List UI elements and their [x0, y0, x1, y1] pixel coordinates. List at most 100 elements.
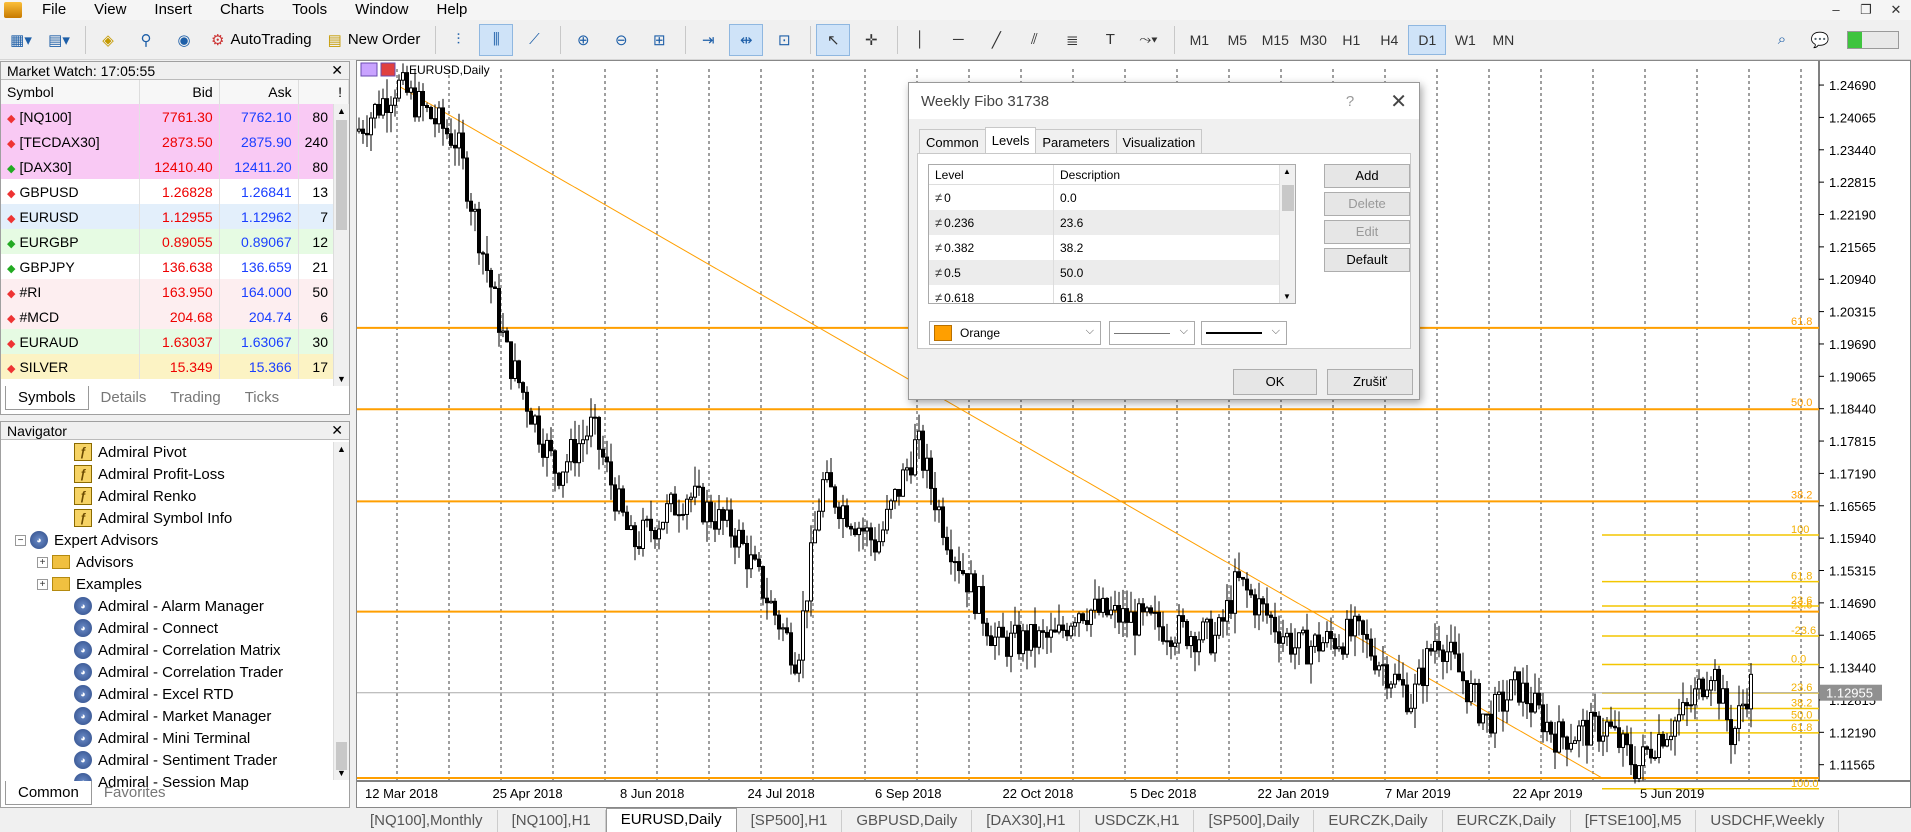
timeframe-m1[interactable]: M1 [1180, 25, 1218, 55]
timeframe-h4[interactable]: H4 [1370, 25, 1408, 55]
chart-tab[interactable]: [SP500],Daily [1194, 810, 1315, 832]
navigator-item[interactable]: ◕ Admiral - Correlation Trader [1, 661, 349, 683]
navigator-item[interactable]: ◕ Admiral - Sentiment Trader [1, 749, 349, 771]
chart-tab[interactable]: [DAX30],H1 [972, 810, 1081, 832]
timeframe-h1[interactable]: H1 [1332, 25, 1370, 55]
table-row[interactable]: ◆ EURGBP 0.89055 0.89067 12 [1, 229, 350, 254]
tile-windows-icon[interactable]: ⊞ [642, 24, 676, 56]
menu-charts[interactable]: Charts [206, 0, 278, 20]
level-row[interactable]: ≠ 0.5 50.0 [929, 260, 1295, 285]
bar-chart-icon[interactable]: ⫶ [441, 24, 475, 56]
restore-icon[interactable]: ❐ [1851, 0, 1881, 20]
text-icon[interactable]: T [1093, 24, 1127, 56]
navigator-item[interactable]: ◕ Admiral - Market Manager [1, 705, 349, 727]
new-order-button[interactable]: ▤ New Order [322, 24, 427, 56]
column-header[interactable]: Bid [139, 80, 220, 104]
arrows-icon[interactable]: ⤳▾ [1131, 24, 1165, 56]
level-row[interactable]: ≠ 0.382 38.2 [929, 235, 1295, 260]
menu-window[interactable]: Window [341, 0, 422, 20]
table-row[interactable]: ◆ [DAX30] 12410.40 12411.20 80 [1, 154, 350, 179]
autoscroll-icon[interactable]: ⇥ [691, 24, 725, 56]
line-chart-icon[interactable]: ⟋ [517, 24, 551, 56]
navigator-item[interactable]: ƒ Admiral Symbol Info [1, 507, 349, 529]
chart-tab[interactable]: EURUSD,Daily [605, 808, 737, 832]
table-row[interactable]: ◆ #RI 163.950 164.000 50 [1, 279, 350, 304]
menu-tools[interactable]: Tools [278, 0, 341, 20]
add-level-button[interactable]: Add [1324, 164, 1410, 188]
trendline-icon[interactable]: ╱ [979, 24, 1013, 56]
zoom-out-icon[interactable]: ⊖ [604, 24, 638, 56]
tab-common[interactable]: Common [5, 781, 92, 805]
levels-grid[interactable]: Level Description ≠ 0 0.0 ≠ 0.236 23.6 ≠ 0.382 3… [928, 164, 1296, 304]
dialog-tab-levels[interactable]: Levels [984, 127, 1037, 155]
timeframe-w1[interactable]: W1 [1446, 25, 1484, 55]
ok-button[interactable]: OK [1233, 369, 1317, 395]
navigator-item[interactable]: ƒ Admiral Renko [1, 485, 349, 507]
levels-scrollbar[interactable]: ▲ ▼ [1279, 165, 1295, 303]
column-header[interactable]: Symbol [1, 80, 140, 104]
vertical-line-icon[interactable]: │ [903, 24, 937, 56]
dialog-close-icon[interactable]: ✕ [1390, 89, 1407, 114]
autotrading-button[interactable]: ⚙ AutoTrading [205, 24, 318, 56]
tab-symbols[interactable]: Symbols [5, 386, 89, 410]
line-width-select[interactable]: ⌵ [1201, 321, 1287, 345]
tab-trading[interactable]: Trading [158, 386, 232, 410]
table-row[interactable]: ◆ GBPUSD 1.26828 1.26841 13 [1, 179, 350, 204]
close-panel-icon[interactable]: ✕ [331, 422, 343, 439]
navigator-icon[interactable]: ⚲ [129, 24, 163, 56]
chart-tab[interactable]: USDCHF,Weekly [1696, 810, 1840, 832]
chart-tab[interactable]: [NQ100],Monthly [356, 810, 498, 832]
tab-details[interactable]: Details [89, 386, 159, 410]
help-icon[interactable]: ? [1346, 93, 1354, 110]
chart-tab[interactable]: USDCZK,H1 [1080, 810, 1195, 832]
navigator-item[interactable]: ◕ Admiral - Excel RTD [1, 683, 349, 705]
line-style-select[interactable]: ⌵ [1109, 321, 1195, 345]
profiles-icon[interactable]: ▤▾ [42, 24, 76, 56]
chart-tab[interactable]: GBPUSD,Daily [842, 810, 973, 832]
table-row[interactable]: ◆ EURUSD 1.12955 1.12962 7 [1, 204, 350, 229]
chart-tab[interactable]: [FTSE100],M5 [1571, 810, 1697, 832]
tab-favorites[interactable]: Favorites [92, 781, 178, 805]
horizontal-line-icon[interactable]: ─ [941, 24, 975, 56]
signals-icon[interactable]: ◉ [167, 24, 201, 56]
timeframe-m30[interactable]: M30 [1294, 25, 1332, 55]
table-row[interactable]: ◆ [NQ100] 7761.30 7762.10 80 [1, 104, 350, 129]
chart-tab[interactable]: [NQ100],H1 [498, 810, 606, 832]
table-row[interactable]: ◆ [TECDAX30] 2873.50 2875.90 240 [1, 129, 350, 154]
table-row[interactable]: ◆ EURAUD 1.63037 1.63067 30 [1, 329, 350, 354]
menu-file[interactable]: File [28, 0, 80, 20]
equidistant-channel-icon[interactable]: ⫽ [1017, 24, 1051, 56]
column-header[interactable]: ! [298, 80, 350, 104]
zoom-in-icon[interactable]: ⊕ [566, 24, 600, 56]
expand-icon[interactable]: + [37, 578, 48, 590]
chat-icon[interactable]: 💬 [1803, 24, 1837, 56]
menu-view[interactable]: View [80, 0, 140, 20]
search-icon[interactable]: ⌕ [1765, 24, 1799, 56]
timeframe-mn[interactable]: MN [1484, 25, 1522, 55]
menu-help[interactable]: Help [423, 0, 482, 20]
navigator-item[interactable]: ◕ Admiral - Mini Terminal [1, 727, 349, 749]
level-row[interactable]: ≠ 0 0.0 [929, 185, 1295, 210]
level-row[interactable]: ≠ 0.236 23.6 [929, 210, 1295, 235]
cancel-button[interactable]: Zrušiť [1327, 369, 1413, 395]
navigator-item[interactable]: ◕ Admiral - Connect [1, 617, 349, 639]
navigator-item[interactable]: ◕ Admiral - Correlation Matrix [1, 639, 349, 661]
navigator-item[interactable]: ƒ Admiral Profit-Loss [1, 463, 349, 485]
delete-level-button[interactable]: Delete [1324, 192, 1410, 216]
navigator-scrollbar[interactable]: ▲ ▼ [333, 442, 349, 780]
new-chart-icon[interactable]: ▦▾ [4, 24, 38, 56]
edit-level-button[interactable]: Edit [1324, 220, 1410, 244]
chart-tab[interactable]: [SP500],H1 [737, 810, 843, 832]
navigator-item[interactable]: + Examples [1, 573, 349, 595]
tab-ticks[interactable]: Ticks [233, 386, 291, 410]
fibonacci-icon[interactable]: ≣ [1055, 24, 1089, 56]
chart-tab[interactable]: EURCZK,Daily [1314, 810, 1443, 832]
timeframe-m5[interactable]: M5 [1218, 25, 1256, 55]
table-row[interactable]: ◆ SILVER 15.349 15.366 17 [1, 354, 350, 379]
market-watch-icon[interactable]: ◈ [91, 24, 125, 56]
column-header[interactable]: Ask [219, 80, 299, 104]
chart-tab[interactable]: EURCZK,Daily [1443, 810, 1571, 832]
table-row[interactable]: ◆ GBPJPY 136.638 136.659 21 [1, 254, 350, 279]
close-icon[interactable]: ✕ [1881, 0, 1911, 20]
timeframe-d1[interactable]: D1 [1408, 24, 1447, 55]
